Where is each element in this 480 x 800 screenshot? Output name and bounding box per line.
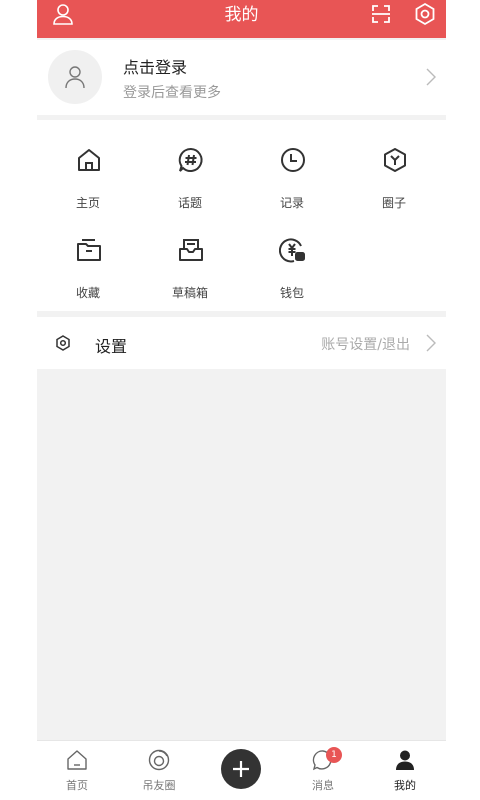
bottom-tab-bar: 首页 吊友圈 1 消息 我的 (37, 740, 446, 800)
message-badge: 1 (326, 747, 342, 763)
grid-item-label: 圈子 (381, 196, 406, 210)
tab-messages[interactable]: 1 消息 (288, 741, 358, 800)
grid-item-records[interactable]: 记录 (241, 120, 343, 210)
tab-label: 我的 (394, 779, 416, 792)
gear-icon[interactable] (413, 2, 437, 26)
login-title[interactable]: 点击登录 (123, 54, 187, 78)
plus-icon (233, 761, 249, 777)
function-grid: 主页 话题 记录 圈子 收藏 草稿箱 钱包 (37, 120, 446, 311)
home-icon (78, 149, 100, 171)
grid-item-wallet[interactable]: 钱包 (241, 210, 343, 300)
tab-mine[interactable]: 我的 (370, 741, 440, 800)
camera-circle-icon (148, 749, 170, 771)
settings-hint: 账号设置/退出 (321, 337, 410, 353)
grid-item-label: 主页 (75, 196, 100, 210)
hashtag-icon (178, 147, 203, 172)
grid-item-label: 钱包 (279, 286, 304, 300)
tab-label: 吊友圈 (142, 779, 176, 792)
settings-row[interactable]: 设置 账号设置/退出 (37, 317, 446, 369)
grid-item-label: 收藏 (75, 286, 100, 300)
settings-gear-icon (56, 335, 70, 351)
scan-icon[interactable] (369, 2, 393, 26)
grid-item-label: 草稿箱 (171, 286, 208, 300)
tab-label: 消息 (312, 779, 334, 792)
chevron-right-icon (426, 68, 436, 86)
avatar[interactable] (48, 50, 102, 104)
grid-item-home[interactable]: 主页 (37, 120, 139, 210)
grid-item-label: 记录 (279, 196, 304, 210)
grid-item-circles[interactable]: 圈子 (343, 120, 445, 210)
folder-icon (77, 239, 101, 261)
header-bar: 我的 (37, 0, 446, 38)
grid-item-favorites[interactable]: 收藏 (37, 210, 139, 300)
login-card[interactable]: 点击登录 登录后查看更多 (37, 40, 446, 115)
grid-item-topics[interactable]: 话题 (139, 120, 241, 210)
person-icon (396, 750, 414, 770)
settings-label: 设置 (95, 337, 128, 356)
tab-label: 首页 (66, 779, 88, 792)
tab-friends-circle[interactable]: 吊友圈 (124, 741, 194, 800)
drafts-icon (179, 239, 203, 261)
avatar-user-icon (65, 66, 85, 89)
clock-icon (281, 148, 305, 172)
add-post-button[interactable] (221, 749, 261, 789)
circle-hex-icon (384, 148, 406, 172)
app-screen: 我的 点击登录 登录后查看更多 主页 话题 记录 圈子 收藏 草稿箱 钱包 设置… (37, 0, 446, 800)
login-subtitle: 登录后查看更多 (123, 85, 221, 101)
grid-item-label: 话题 (177, 196, 202, 210)
chevron-right-icon (426, 334, 436, 352)
grid-item-drafts[interactable]: 草稿箱 (139, 210, 241, 300)
wallet-icon (279, 238, 305, 263)
tab-home[interactable]: 首页 (42, 741, 112, 800)
home-tab-icon (67, 750, 87, 770)
